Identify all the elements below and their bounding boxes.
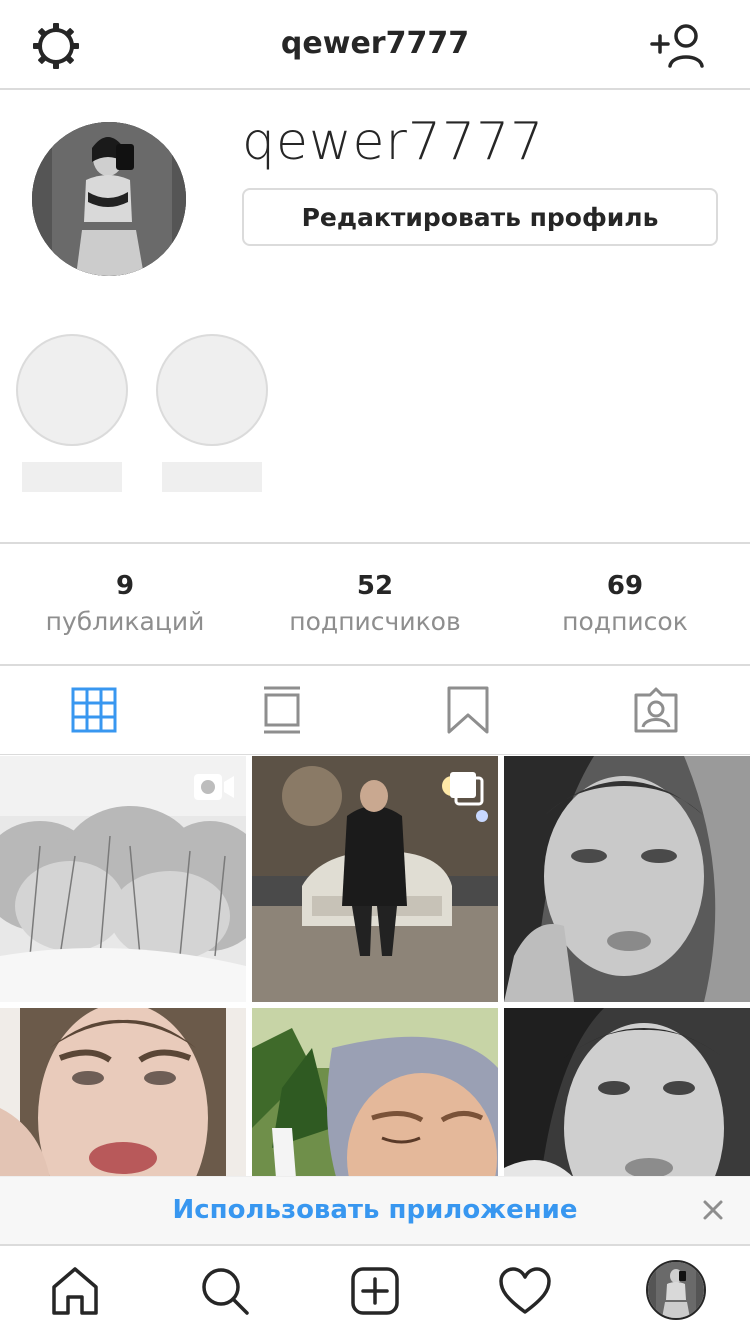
- use-app-link[interactable]: Использовать приложение: [0, 1195, 750, 1225]
- add-user-icon[interactable]: [650, 22, 706, 70]
- tab-saved[interactable]: [438, 682, 498, 738]
- search-icon: [202, 1268, 249, 1315]
- divider: [0, 754, 750, 755]
- profile-avatar[interactable]: [32, 122, 186, 276]
- stat-value: 9: [115, 571, 135, 601]
- new-post-icon: [351, 1267, 399, 1315]
- heart-icon: [499, 1267, 551, 1314]
- stat-value: 69: [606, 571, 644, 601]
- edit-profile-button[interactable]: Редактировать профиль: [242, 188, 718, 246]
- stat-label: подписчиков: [289, 607, 461, 636]
- feed-icon: [264, 686, 300, 734]
- divider: [0, 664, 750, 666]
- story-highlight-placeholder[interactable]: [16, 334, 128, 446]
- story-highlight-label-placeholder: [162, 462, 262, 492]
- stat-label: подписок: [562, 607, 688, 636]
- tab-grid[interactable]: [64, 682, 124, 738]
- home-icon: [52, 1267, 98, 1315]
- story-highlight-label-placeholder: [22, 462, 122, 492]
- post-thumbnail[interactable]: [0, 756, 246, 1002]
- use-app-banner: Использовать приложение: [0, 1176, 750, 1246]
- close-icon[interactable]: [696, 1193, 730, 1227]
- portrait-bw-image: [504, 756, 750, 1002]
- stat-label: публикаций: [45, 607, 205, 636]
- page-title: qewer7777: [280, 26, 470, 61]
- carousel-icon: [450, 772, 484, 806]
- profile-username: qewer7777: [242, 112, 545, 172]
- tab-feed[interactable]: [252, 682, 312, 738]
- stat-followers[interactable]: 52 подписчиков: [250, 570, 500, 642]
- post-thumbnail[interactable]: [252, 756, 498, 1002]
- divider: [0, 542, 750, 544]
- top-bar: qewer7777: [0, 0, 750, 90]
- video-icon: [194, 774, 234, 800]
- story-highlight-placeholder[interactable]: [156, 334, 268, 446]
- profile-avatar: [648, 1262, 704, 1318]
- grid-icon: [71, 687, 117, 733]
- stat-posts: 9 публикаций: [0, 570, 250, 642]
- stat-following[interactable]: 69 подписок: [500, 570, 750, 642]
- nav-activity[interactable]: [498, 1264, 552, 1318]
- nav-search[interactable]: [198, 1264, 252, 1318]
- tab-tagged[interactable]: [626, 682, 686, 738]
- nav-profile-avatar[interactable]: [646, 1260, 706, 1320]
- stat-value: 52: [356, 571, 394, 601]
- bookmark-icon: [447, 686, 489, 734]
- tagged-icon: [634, 687, 678, 733]
- nav-home[interactable]: [48, 1264, 102, 1318]
- nav-new-post[interactable]: [348, 1264, 402, 1318]
- bottom-nav: [0, 1246, 750, 1334]
- post-thumbnail[interactable]: [504, 756, 750, 1002]
